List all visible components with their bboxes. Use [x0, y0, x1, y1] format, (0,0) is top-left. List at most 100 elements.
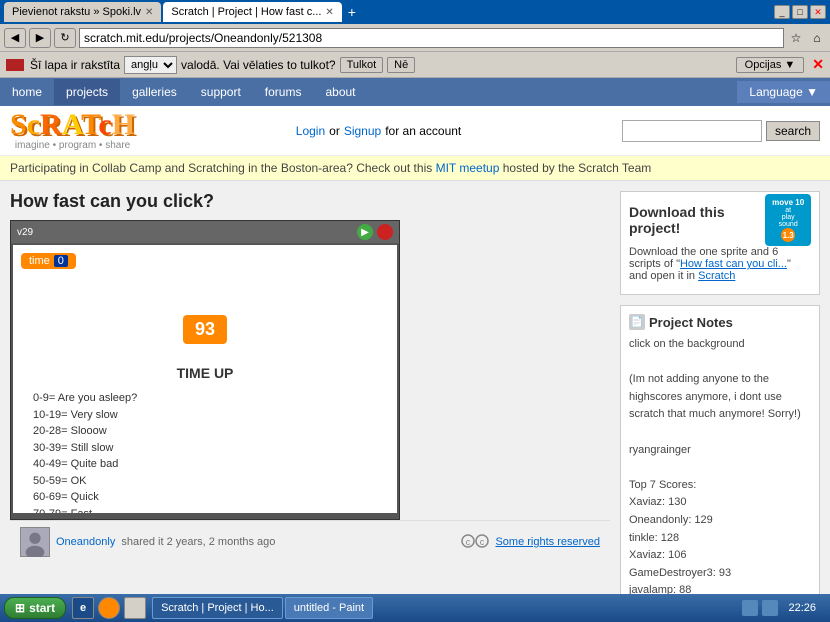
start-label: start	[29, 601, 55, 615]
nav-home[interactable]: home	[0, 79, 54, 105]
translate-valoda-text: valodā. Vai vēlaties to tulkot?	[181, 58, 336, 72]
taskbar-item-1[interactable]: Scratch | Project | Ho...	[152, 597, 283, 619]
scratch-page: home projects galleries support forums a…	[0, 78, 830, 594]
tab-2[interactable]: Scratch | Project | How fast c... ✕	[163, 2, 341, 22]
notes-header: 📄 Project Notes	[629, 314, 811, 330]
download-box: Download this project! move 10 at play s…	[620, 191, 820, 295]
nav-galleries[interactable]: galleries	[120, 79, 189, 105]
signup-link[interactable]: Signup	[344, 124, 381, 138]
main-content: How fast can you click? v29 ▶ time 0 93 …	[0, 181, 830, 594]
volume-icon	[762, 600, 778, 616]
guide-line-8: 70-79= Fast	[33, 506, 137, 514]
star-icon[interactable]: ☆	[787, 29, 805, 47]
guide-line-5: 40-49= Quite bad	[33, 456, 137, 473]
taskbar-time: 22:26	[782, 602, 822, 614]
timer-display: time 0	[21, 253, 76, 269]
window-controls: _ □ ✕	[774, 5, 826, 19]
tab-bar: Pievienot rakstu » Spoki.lv ✕ Scratch | …	[4, 2, 774, 22]
scratch-header: ScRATcH imagine • program • share Login …	[0, 106, 830, 156]
svg-text:c: c	[480, 537, 485, 547]
user-avatar	[20, 527, 50, 557]
language-select[interactable]: angļu	[124, 56, 177, 74]
new-tab-button[interactable]: +	[344, 2, 360, 22]
refresh-button[interactable]: ↻	[54, 28, 76, 48]
misc-icon[interactable]	[124, 597, 146, 619]
login-area: Login or Signup for an account	[296, 124, 461, 138]
guide-line-1: 0-9= Are you asleep?	[33, 390, 137, 407]
frame-controls: ▶	[357, 224, 393, 240]
guide-line-3: 20-28= Slooow	[33, 423, 137, 440]
red-stop-button[interactable]	[377, 224, 393, 240]
logo-c2: c	[98, 108, 111, 141]
score-guide: 0-9= Are you asleep? 10-19= Very slow 20…	[33, 390, 137, 513]
download-scratch-link[interactable]: Scratch	[698, 270, 735, 282]
download-title-text: Download this project!	[629, 204, 761, 236]
nav-projects[interactable]: projects	[54, 79, 120, 105]
cc-icon: cc	[461, 534, 489, 551]
green-flag-button[interactable]: ▶	[357, 224, 373, 240]
flag-icon	[6, 59, 24, 71]
forward-button[interactable]: ▶	[29, 28, 51, 48]
frame-body[interactable]: time 0 93 TIME UP 0-9= Are you asleep? 1…	[13, 245, 397, 513]
timer-value: 0	[54, 255, 68, 267]
camp-text-before: Participating in Collab Camp and Scratch…	[10, 161, 432, 175]
system-tray: 22:26	[738, 600, 826, 616]
project-title: How fast can you click?	[10, 191, 610, 212]
close-button[interactable]: ✕	[810, 5, 826, 19]
tab-1[interactable]: Pievienot rakstu » Spoki.lv ✕	[4, 2, 161, 22]
firefox-icon[interactable]	[98, 597, 120, 619]
notes-title: Project Notes	[649, 315, 733, 330]
network-icon	[742, 600, 758, 616]
ie-icon[interactable]: e	[72, 597, 94, 619]
project-footer: Oneandonly shared it 2 years, 2 months a…	[10, 520, 610, 563]
taskbar-item-2[interactable]: untitled - Paint	[285, 597, 373, 619]
shared-by-link[interactable]: Oneandonly	[56, 536, 115, 548]
logo-tagline: imagine • program • share	[10, 140, 135, 151]
translation-toolbar: Šī lapa ir rakstīta angļu valodā. Vai vē…	[0, 52, 830, 78]
opcijas-button[interactable]: Opcijas ▼	[736, 57, 805, 73]
guide-line-4: 30-39= Still slow	[33, 440, 137, 457]
notes-icon: 📄	[629, 314, 645, 330]
nav-support[interactable]: support	[189, 79, 253, 105]
address-input[interactable]	[79, 28, 784, 48]
taskbar-items: Scratch | Project | Ho... untitled - Pai…	[152, 597, 736, 619]
back-button[interactable]: ◀	[4, 28, 26, 48]
nav-forums[interactable]: forums	[253, 79, 314, 105]
project-area: How fast can you click? v29 ▶ time 0 93 …	[10, 191, 610, 594]
mit-meetup-link[interactable]: MIT meetup	[436, 161, 500, 175]
scratch-logo-area: ScRATcH imagine • program • share	[10, 110, 135, 151]
tab-1-close[interactable]: ✕	[145, 7, 153, 18]
notes-text: click on the background (Im not adding a…	[629, 336, 811, 594]
download-desc: Download the one sprite and 6 scripts of…	[629, 246, 811, 282]
search-area: search	[622, 120, 820, 142]
search-input[interactable]	[622, 120, 762, 142]
minimize-button[interactable]: _	[774, 5, 790, 19]
project-frame: v29 ▶ time 0 93 TIME UP 0-9= Are you asl…	[10, 220, 400, 520]
tab-2-close[interactable]: ✕	[325, 7, 333, 18]
download-title: Download this project!	[629, 204, 761, 236]
start-button[interactable]: ⊞ start	[4, 597, 66, 619]
search-button[interactable]: search	[766, 121, 820, 141]
logo-s: S	[10, 108, 27, 141]
frame-version: v29	[17, 227, 33, 238]
shared-text: shared it 2 years, 2 months ago	[121, 536, 275, 548]
rights-link[interactable]: Some rights reserved	[495, 536, 600, 548]
toolbar-close-button[interactable]: ✕	[812, 56, 824, 73]
logo-a: A	[62, 108, 81, 141]
sidebar: Download this project! move 10 at play s…	[620, 191, 820, 594]
for-account-text: for an account	[385, 124, 461, 138]
login-link[interactable]: Login	[296, 124, 325, 138]
timer-label: time	[29, 255, 50, 267]
nav-about[interactable]: about	[313, 79, 367, 105]
maximize-button[interactable]: □	[792, 5, 808, 19]
nav-language[interactable]: Language ▼	[737, 81, 830, 103]
ne-button[interactable]: Nē	[387, 57, 415, 73]
translate-flag-text: Šī lapa ir rakstīta	[30, 58, 120, 72]
tulkot-button[interactable]: Tulkot	[340, 57, 384, 73]
guide-line-7: 60-69= Quick	[33, 489, 137, 506]
home-icon[interactable]: ⌂	[808, 29, 826, 47]
download-project-link[interactable]: How fast can you cli...	[680, 258, 787, 270]
guide-line-6: 50-59= OK	[33, 473, 137, 490]
download-icon: move 10 at play sound 1.3	[765, 200, 811, 240]
browser-titlebar: Pievienot rakstu » Spoki.lv ✕ Scratch | …	[0, 0, 830, 24]
